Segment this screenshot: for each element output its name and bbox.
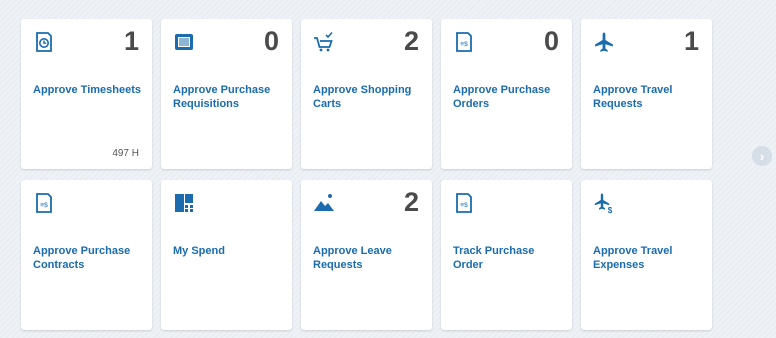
airplane-dollar-icon: $ <box>593 192 615 214</box>
purchase-order-icon: ≡$ <box>453 31 475 53</box>
svg-text:≡$: ≡$ <box>40 202 48 209</box>
next-page-arrow[interactable]: › <box>752 146 772 166</box>
tile-title: Approve Timesheets <box>33 84 142 96</box>
svg-text:≡$: ≡$ <box>460 41 468 48</box>
tile-title: Approve Travel Expenses <box>593 245 673 271</box>
airplane-icon <box>593 31 615 53</box>
tile-track-purchase-order[interactable]: ≡$ Track Purchase Order <box>441 180 572 330</box>
tile-title: Track Purchase Order <box>453 245 535 271</box>
tile-count: 0 <box>263 26 279 56</box>
svg-text:≡$: ≡$ <box>460 202 468 209</box>
tile-approve-purchase-orders[interactable]: ≡$ 0 Approve Purchase Orders <box>441 19 572 169</box>
tile-count: 2 <box>403 26 419 56</box>
spend-blocks-icon <box>173 192 195 214</box>
tile-grid: 1 Approve Timesheets 497 H 0 Approve Pur… <box>21 19 712 330</box>
tile-count: 1 <box>123 26 139 56</box>
tile-footer-hours: 497 H <box>112 148 139 159</box>
tile-title: Approve Purchase Contracts <box>33 245 131 271</box>
tile-count: 2 <box>403 187 419 217</box>
purchase-order-icon: ≡$ <box>453 192 475 214</box>
tile-title: Approve Travel Requests <box>593 84 673 110</box>
tile-approve-purchase-contracts[interactable]: ≡$ Approve Purchase Contracts <box>21 180 152 330</box>
tile-title: Approve Purchase Requisitions <box>173 84 271 110</box>
tile-approve-shopping-carts[interactable]: 2 Approve Shopping Carts <box>301 19 432 169</box>
tile-count: 1 <box>683 26 699 56</box>
tile-my-spend[interactable]: My Spend <box>161 180 292 330</box>
tile-approve-travel-expenses[interactable]: $ Approve Travel Expenses <box>581 180 712 330</box>
tile-approve-leave-requests[interactable]: 2 Approve Leave Requests <box>301 180 432 330</box>
tile-title: My Spend <box>173 245 225 257</box>
svg-text:$: $ <box>608 206 613 214</box>
tile-count: 0 <box>543 26 559 56</box>
contract-icon: ≡$ <box>33 192 55 214</box>
tile-title: Approve Leave Requests <box>313 245 392 271</box>
clock-document-icon <box>33 31 55 53</box>
tile-approve-purchase-requisitions[interactable]: 0 Approve Purchase Requisitions <box>161 19 292 169</box>
mountain-sun-icon <box>313 192 335 214</box>
tile-title: Approve Purchase Orders <box>453 84 551 110</box>
tile-approve-timesheets[interactable]: 1 Approve Timesheets 497 H <box>21 19 152 169</box>
requisition-icon <box>173 31 195 53</box>
tile-title: Approve Shopping Carts <box>313 84 412 110</box>
cart-check-icon <box>313 31 335 53</box>
tile-approve-travel-requests[interactable]: 1 Approve Travel Requests <box>581 19 712 169</box>
